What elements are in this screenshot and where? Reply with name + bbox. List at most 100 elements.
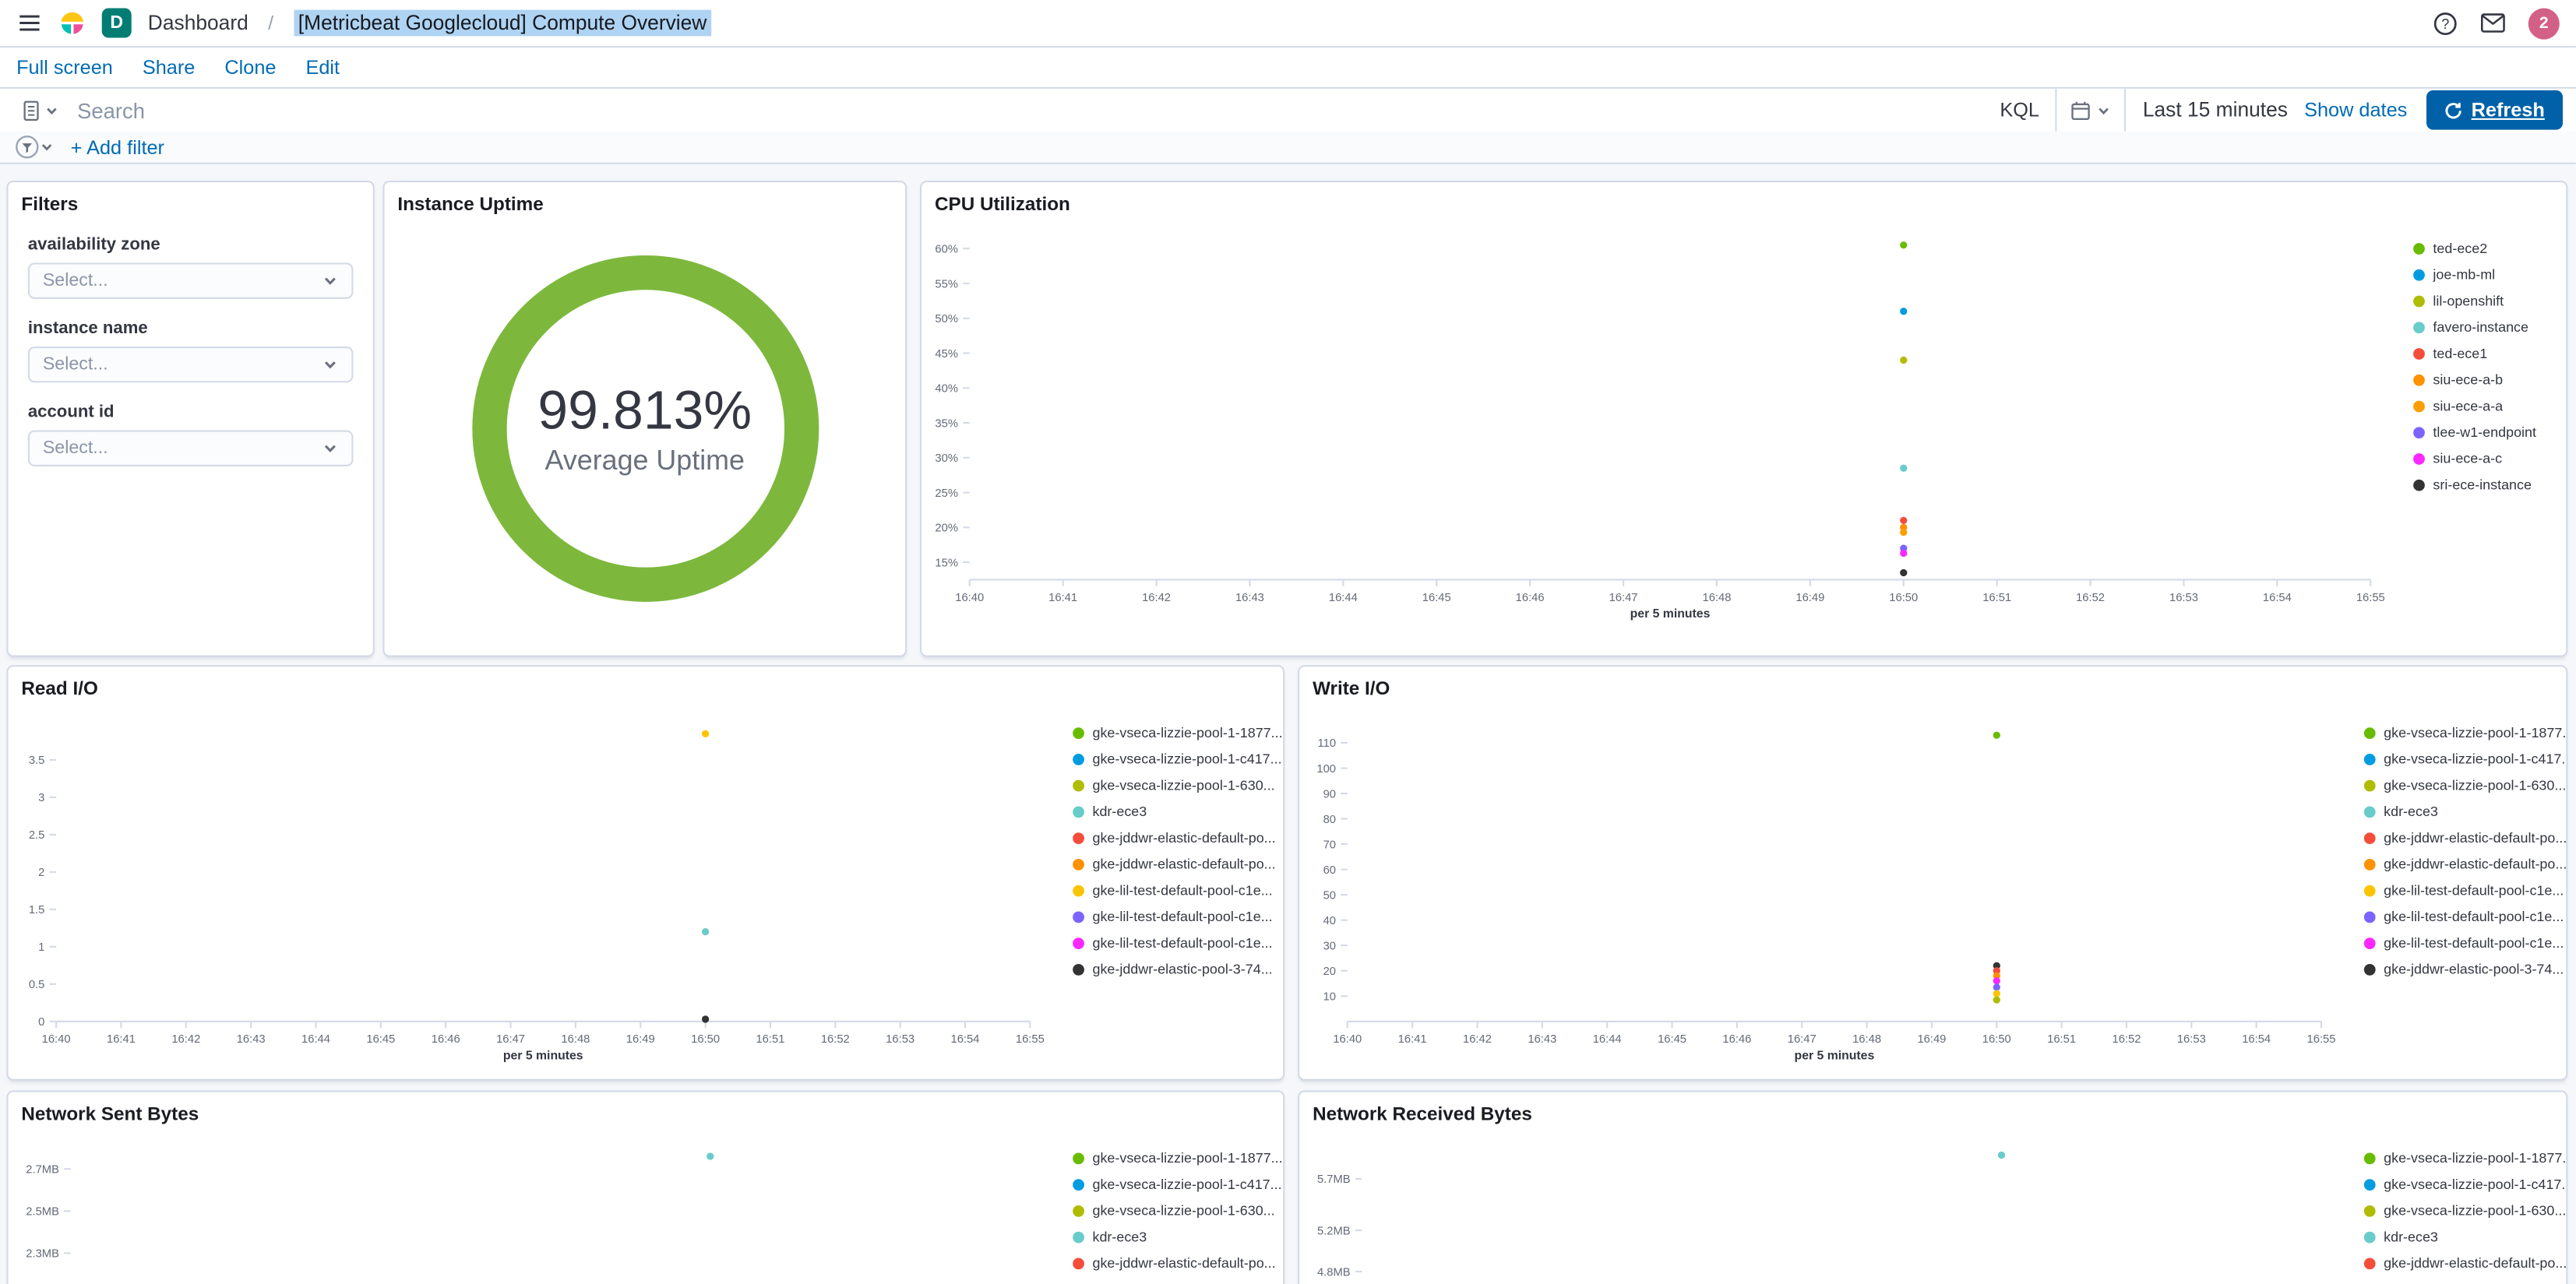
legend-item[interactable]: gke-jddwr-elastic-default-po... bbox=[2363, 825, 2566, 851]
legend-item[interactable]: kdr-ece3 bbox=[1073, 1223, 1283, 1250]
legend-item[interactable]: ted-ece1 bbox=[2413, 340, 2566, 367]
legend-item[interactable]: gke-vseca-lizzie-pool-1-c417... bbox=[2363, 745, 2566, 772]
legend-item[interactable]: gke-vseca-lizzie-pool-1-630... bbox=[1073, 772, 1283, 798]
svg-text:16:40: 16:40 bbox=[955, 592, 984, 604]
legend-item[interactable]: gke-vseca-lizzie-pool-1-1877... bbox=[2363, 1145, 2566, 1171]
legend-item[interactable]: gke-vseca-lizzie-pool-1-630... bbox=[2363, 1197, 2567, 1223]
legend-item[interactable]: siu-ece-a-b bbox=[2413, 366, 2566, 392]
legend-item[interactable]: gke-vseca-lizzie-pool-1-1877... bbox=[1073, 1145, 1283, 1171]
legend-item[interactable]: gke-vseca-lizzie-pool-1-1877... bbox=[2363, 719, 2566, 746]
add-filter-link[interactable]: + Add filter bbox=[71, 135, 164, 159]
svg-text:55%: 55% bbox=[935, 278, 958, 290]
legend-item[interactable]: gke-jddwr-elastic-default-po... bbox=[1073, 1250, 1283, 1276]
legend-item[interactable]: gke-vseca-lizzie-pool-1-630... bbox=[2363, 772, 2566, 798]
instance-name-select[interactable]: Select... bbox=[27, 346, 354, 383]
legend-item[interactable]: kdr-ece3 bbox=[1073, 798, 1283, 825]
share-link[interactable]: Share bbox=[143, 56, 196, 79]
legend-item[interactable]: gke-vseca-lizzie-pool-1-c417... bbox=[1073, 745, 1283, 772]
legend-item[interactable]: favero-instance bbox=[2413, 314, 2566, 340]
svg-text:16:52: 16:52 bbox=[2113, 1033, 2141, 1046]
legend-item[interactable]: gke-lil-test-default-pool-c1e... bbox=[2363, 877, 2566, 903]
legend-label: gke-vseca-lizzie-pool-1-c417... bbox=[1092, 1176, 1282, 1193]
saved-query-button[interactable] bbox=[13, 92, 68, 128]
filter-set-button[interactable] bbox=[15, 135, 55, 160]
legend-item[interactable]: gke-vseca-lizzie-pool-1-c417... bbox=[1073, 1171, 1283, 1198]
legend-label: gke-vseca-lizzie-pool-1-630... bbox=[2384, 1201, 2567, 1219]
newsfeed-button[interactable] bbox=[2481, 13, 2506, 33]
legend-item[interactable]: gke-lil-test-default-pool-c1e... bbox=[1073, 877, 1283, 903]
legend-item[interactable]: gke-jddwr-elastic-pool-3-74... bbox=[2363, 955, 2566, 982]
svg-text:16:47: 16:47 bbox=[496, 1033, 525, 1046]
date-picker-button[interactable] bbox=[2056, 88, 2127, 132]
cpu-plot: 16:40 16:41 16:42 16:43 16:44 16:45 16:46 16:47… bbox=[935, 241, 2385, 621]
availability-zone-select[interactable]: Select... bbox=[27, 262, 354, 299]
time-range[interactable]: Last 15 minutes bbox=[2127, 99, 2304, 122]
legend-item[interactable]: gke-jddwr-elastic-default-po... bbox=[2363, 850, 2566, 877]
data-point bbox=[1993, 731, 2000, 739]
legend-label: tlee-w1-endpoint bbox=[2433, 424, 2536, 441]
account-id-select[interactable]: Select... bbox=[27, 430, 354, 466]
legend-item[interactable]: tlee-w1-endpoint bbox=[2413, 419, 2566, 445]
legend-dot bbox=[1073, 937, 1084, 948]
data-point bbox=[701, 928, 710, 936]
select-placeholder: Select... bbox=[42, 270, 108, 291]
legend-item[interactable]: gke-lil-test-default-pool-c1e... bbox=[2363, 930, 2566, 956]
legend-item[interactable]: gke-jddwr-elastic-default-po... bbox=[1073, 1276, 1283, 1284]
legend-dot bbox=[2363, 1204, 2376, 1216]
legend-item[interactable]: gke-jddwr-elastic-pool-3-74... bbox=[1073, 955, 1283, 982]
panel-cpu-utilization: CPU Utilization 16:40 16:41 16:42 16:43 16:4… bbox=[920, 180, 2568, 657]
menu-button[interactable] bbox=[16, 10, 43, 37]
legend-item[interactable]: gke-vseca-lizzie-pool-1-630... bbox=[1073, 1197, 1283, 1223]
legend-item[interactable]: siu-ece-a-a bbox=[2413, 392, 2566, 419]
svg-text:2.5: 2.5 bbox=[29, 829, 45, 842]
legend-dot bbox=[1073, 857, 1084, 870]
full-screen-link[interactable]: Full screen bbox=[16, 56, 113, 79]
legend-item[interactable]: kdr-ece3 bbox=[2363, 1223, 2566, 1250]
legend-item[interactable]: sri-ece-instance bbox=[2413, 471, 2566, 498]
show-dates-link[interactable]: Show dates bbox=[2304, 99, 2407, 122]
space-badge[interactable]: D bbox=[101, 8, 132, 38]
avatar[interactable]: 2 bbox=[2528, 7, 2560, 39]
chevron-down-icon bbox=[47, 107, 57, 114]
legend-item[interactable]: lil-openshift bbox=[2413, 287, 2566, 314]
svg-text:16:44: 16:44 bbox=[1329, 592, 1358, 604]
panel-filters: Filters availability zone Select... inst… bbox=[6, 180, 375, 657]
legend-item[interactable]: gke-jddwr-elastic-default-po... bbox=[1073, 850, 1283, 877]
legend-label: gke-vseca-lizzie-pool-1-1877... bbox=[1092, 724, 1283, 741]
legend-dot bbox=[1073, 962, 1084, 975]
refresh-button[interactable]: Refresh bbox=[2426, 90, 2564, 130]
elastic-logo[interactable] bbox=[59, 10, 86, 37]
top-bar-right: ? 2 bbox=[2433, 7, 2560, 39]
svg-text:16:55: 16:55 bbox=[1016, 1033, 1045, 1046]
legend-dot bbox=[1073, 805, 1084, 818]
legend-label: gke-vseca-lizzie-pool-1-c417... bbox=[1092, 750, 1282, 767]
legend-label: ted-ece2 bbox=[2433, 239, 2488, 257]
legend-item[interactable]: gke-jddwr-elastic-default-po... bbox=[2363, 1250, 2566, 1276]
legend-item[interactable]: gke-lil-test-default-pool-c1e... bbox=[1073, 930, 1283, 956]
legend-item[interactable]: gke-vseca-lizzie-pool-1-1877... bbox=[1073, 719, 1283, 746]
chevron-down-icon bbox=[2099, 107, 2109, 114]
legend-item[interactable]: gke-lil-test-default-pool-c1e... bbox=[1073, 903, 1283, 930]
svg-text:?: ? bbox=[2441, 16, 2449, 31]
legend-item[interactable]: gke-jddwr-elastic-default-po... bbox=[1073, 825, 1283, 851]
help-button[interactable]: ? bbox=[2433, 11, 2458, 36]
kql-button[interactable]: KQL bbox=[1983, 99, 2056, 122]
svg-text:40: 40 bbox=[1323, 915, 1336, 927]
legend-item[interactable]: gke-lil-test-default-pool-c1e... bbox=[2363, 903, 2566, 930]
edit-link[interactable]: Edit bbox=[305, 56, 340, 79]
dashboard-grid: Filters availability zone Select... inst… bbox=[0, 164, 2576, 1284]
legend-item[interactable]: gke-jddwr-elastic-default-po... bbox=[2363, 1276, 2566, 1284]
legend-label: joe-mb-ml bbox=[2433, 266, 2496, 283]
search-input[interactable] bbox=[77, 92, 1984, 128]
clone-link[interactable]: Clone bbox=[224, 56, 276, 79]
legend-item[interactable]: siu-ece-a-c bbox=[2413, 445, 2566, 472]
legend-item[interactable]: ted-ece2 bbox=[2413, 235, 2566, 262]
legend-item[interactable]: joe-mb-ml bbox=[2413, 261, 2566, 287]
breadcrumb[interactable]: Dashboard bbox=[148, 12, 248, 35]
data-point bbox=[1900, 549, 1908, 558]
field-label: instance name bbox=[27, 318, 148, 339]
filter-field-instance-name: instance name Select... bbox=[27, 318, 354, 383]
legend-item[interactable]: gke-vseca-lizzie-pool-1-c417... bbox=[2363, 1171, 2566, 1198]
legend-item[interactable]: kdr-ece3 bbox=[2363, 798, 2566, 825]
data-point bbox=[1993, 990, 2000, 997]
